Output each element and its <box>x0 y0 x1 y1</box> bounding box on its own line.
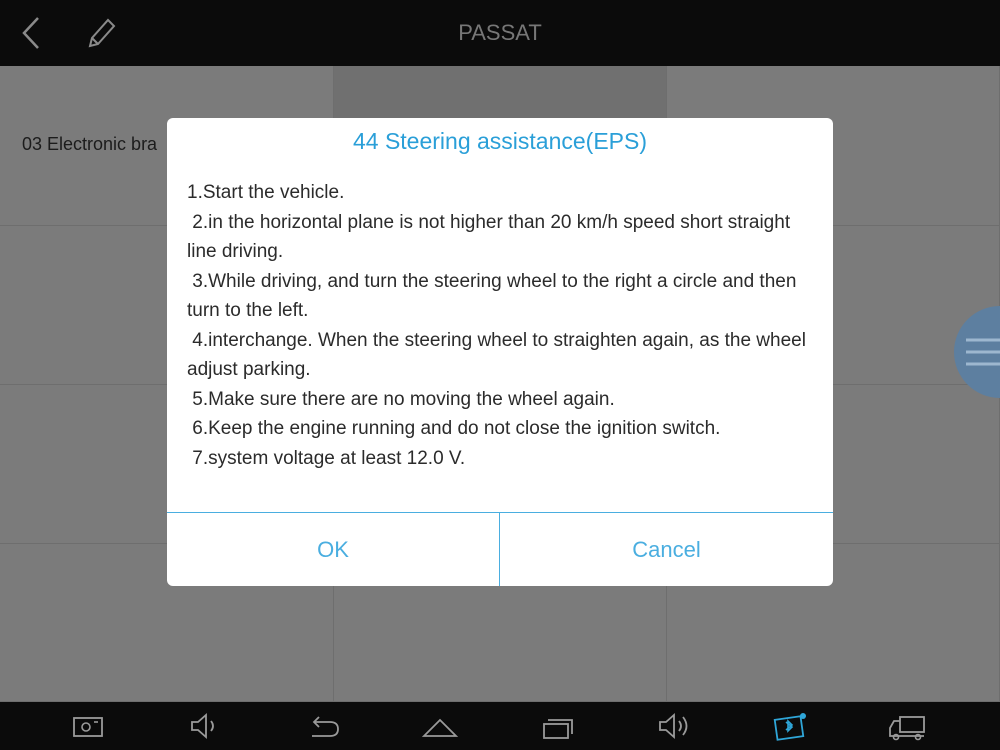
instruction-line: 7.system voltage at least 12.0 V. <box>187 447 466 469</box>
volume-up-button[interactable] <box>654 708 698 744</box>
dialog-title: 44 Steering assistance(EPS) <box>352 128 648 154</box>
vehicle-button[interactable] <box>886 708 930 744</box>
instruction-line: 6.Keep the engine running and do not clo… <box>187 418 721 439</box>
screenshot-icon <box>73 717 103 737</box>
screenshot-button[interactable] <box>66 708 110 744</box>
system-nav-bar <box>0 702 1000 750</box>
recent-apps-button[interactable] <box>536 708 580 744</box>
volume-up-icon <box>659 713 688 739</box>
dialog-button-bar: OK Cancel <box>167 512 833 586</box>
instruction-line: 2.in the horizontal plane is not higher … <box>187 211 796 263</box>
volume-down-button[interactable] <box>182 708 226 744</box>
home-button[interactable] <box>418 708 462 744</box>
instruction-line: 5.Make sure there are no moving the whee… <box>187 388 615 410</box>
vci-connection-button[interactable] <box>770 708 814 744</box>
cancel-button[interactable]: Cancel <box>500 513 833 586</box>
home-icon <box>421 718 459 737</box>
dialog-message: 1.Start the vehicle. 2.in the horizontal… <box>187 178 807 473</box>
volume-down-icon <box>191 713 214 739</box>
instruction-line: 4.interchange. When the steering wheel t… <box>187 329 812 381</box>
ok-button[interactable]: OK <box>167 513 500 586</box>
recent-apps-icon <box>543 719 573 739</box>
instruction-line: 1.Start the vehicle. <box>187 182 345 203</box>
instruction-dialog: 44 Steering assistance(EPS) 1.Start the … <box>167 118 833 586</box>
bluetooth-vci-icon <box>773 713 806 741</box>
back-nav-button[interactable] <box>300 708 344 744</box>
back-icon <box>312 716 339 737</box>
instruction-line: 3.While driving, and turn the steering w… <box>187 270 802 322</box>
modal-overlay: 44 Steering assistance(EPS) 1.Start the … <box>0 0 1000 702</box>
truck-icon <box>889 716 925 741</box>
